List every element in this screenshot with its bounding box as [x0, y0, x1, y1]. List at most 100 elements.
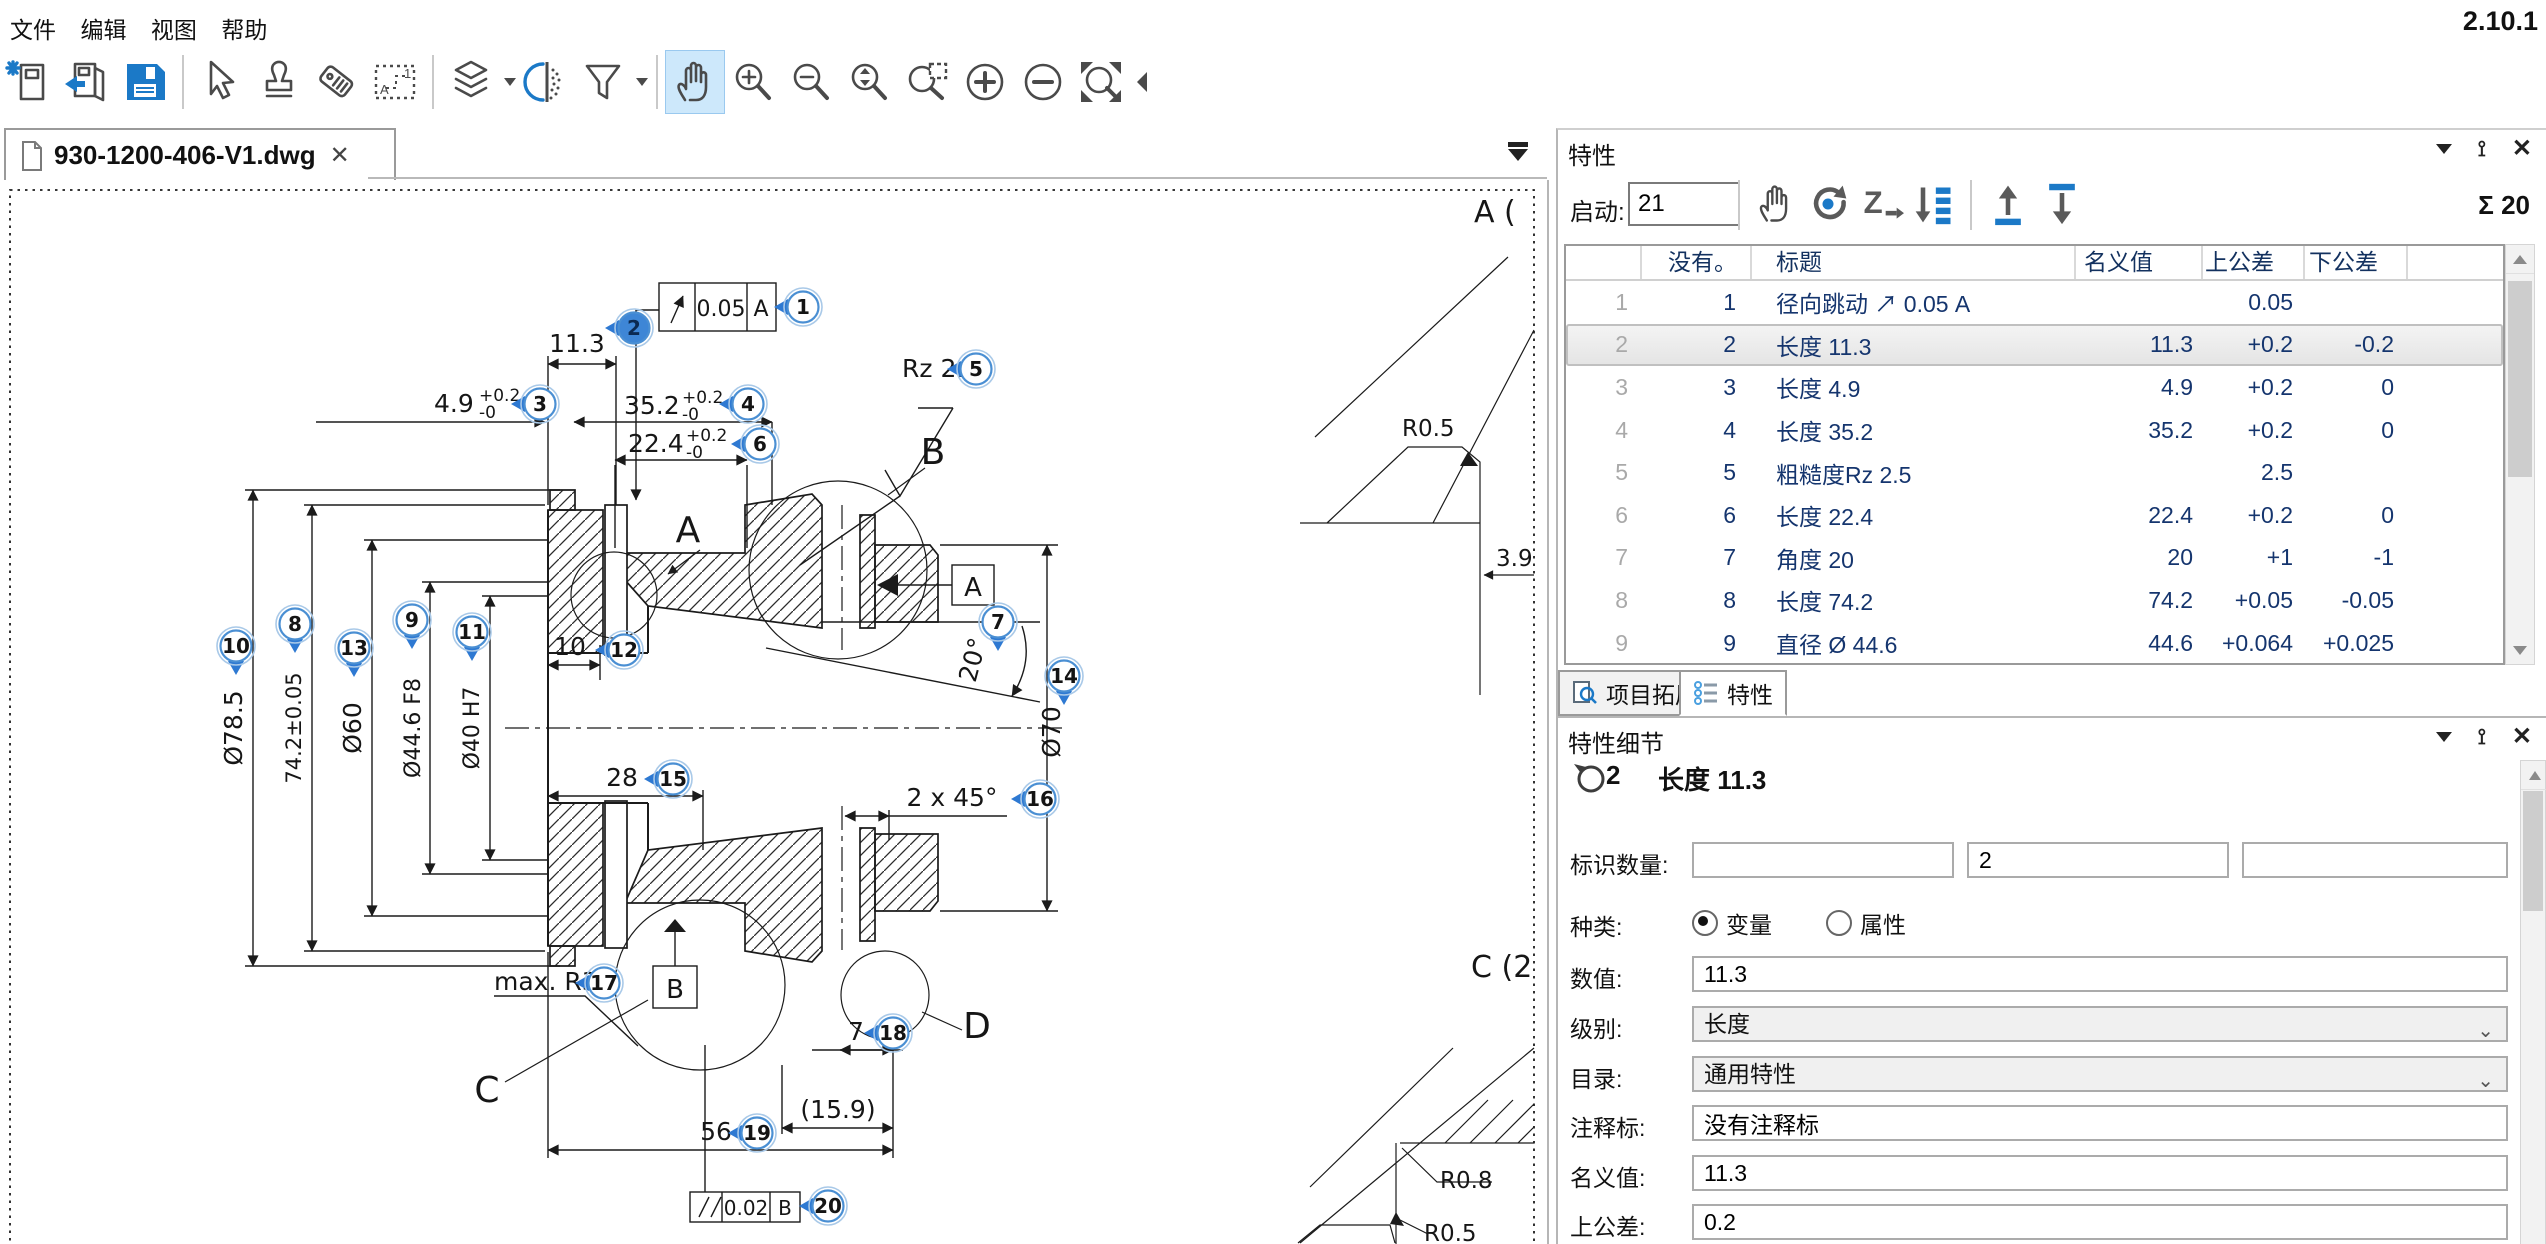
menu-help[interactable]: 帮助 [211, 9, 277, 47]
details-pane-title: 特性细节 [1568, 724, 1664, 759]
balloon-20[interactable]: 20 [799, 1187, 847, 1225]
filter-dropdown-arrow[interactable] [636, 78, 648, 86]
table-row[interactable]: 55粗糙度Rz 2.52.5 [1566, 451, 2503, 494]
pane-close-icon[interactable]: ✕ [2512, 134, 2532, 163]
balloon-15[interactable]: 15 [644, 760, 692, 798]
zoom-window-icon[interactable] [898, 51, 956, 113]
layers-icon[interactable] [442, 51, 500, 113]
balloon-19[interactable]: 19 [728, 1114, 776, 1152]
radio-attribute-label: 属性 [1860, 906, 1906, 940]
zoom-in-icon[interactable] [724, 51, 782, 113]
upper-tol-row: 上公差: [1558, 1202, 2518, 1242]
chevron-down-icon: ⌄ [2477, 1015, 2494, 1048]
decrease-icon[interactable] [1014, 51, 1072, 113]
engineering-drawing[interactable]: 0.05 A 0.02 B A B [0, 180, 1545, 1244]
id-count-input-2[interactable] [1967, 842, 2229, 878]
zoom-dynamic-icon[interactable] [840, 51, 898, 113]
id-count-input-3[interactable] [2242, 842, 2508, 878]
note-row: 注释标: [1558, 1103, 2518, 1143]
balloon-11[interactable]: 11 [453, 613, 491, 661]
pane-menu-arrow-icon[interactable] [2436, 732, 2452, 742]
drawing-canvas[interactable]: 0.05 A 0.02 B A B [0, 180, 1549, 1244]
balloon-2[interactable]: 2 [605, 309, 653, 347]
fcf-runout[interactable]: 0.05 A [659, 283, 776, 331]
fcf-parallelism[interactable]: 0.02 B [690, 1192, 800, 1222]
balloon-4[interactable]: 4 [719, 385, 767, 423]
balloon-1[interactable]: 1 [774, 288, 822, 326]
document-tab[interactable]: 930-1200-406-V1.dwg ✕ [4, 128, 396, 181]
table-row[interactable]: 88长度 74.274.2+0.05-0.05 [1566, 579, 2503, 622]
start-number-input[interactable] [1628, 182, 1740, 226]
balloon-8[interactable]: 8 [276, 605, 314, 653]
pane-pin-icon[interactable]: ⟟ [2478, 724, 2486, 750]
increase-icon[interactable] [956, 51, 1014, 113]
class-select[interactable]: 长度 ⌄ [1692, 1006, 2508, 1042]
tab-close-icon[interactable]: ✕ [330, 141, 350, 170]
region-capture-icon[interactable]: 1 A [366, 51, 424, 113]
menu-view[interactable]: 视图 [141, 9, 207, 47]
renumber-icon[interactable] [1806, 182, 1854, 230]
panel-collapse-icon[interactable] [1500, 140, 1536, 170]
pane-menu-arrow-icon[interactable] [2436, 144, 2452, 154]
balloon-9[interactable]: 9 [393, 601, 431, 649]
pick-hand-icon[interactable] [1754, 182, 1802, 230]
toolbar-collapse-arrow-icon[interactable] [1130, 51, 1156, 113]
zoom-fit-icon[interactable] [1072, 51, 1130, 113]
balloon-16[interactable]: 16 [1011, 780, 1059, 818]
save-icon[interactable] [116, 51, 174, 113]
pane-close-icon[interactable]: ✕ [2512, 722, 2532, 751]
svg-text:A: A [380, 82, 389, 97]
svg-text:4: 4 [741, 392, 755, 416]
layers-dropdown-arrow[interactable] [504, 78, 516, 86]
menu-file[interactable]: 文件 [0, 9, 66, 47]
id-count-input-1[interactable] [1692, 842, 1954, 878]
radio-attribute[interactable]: 属性 [1826, 906, 1906, 940]
pane-pin-icon[interactable]: ⟟ [2478, 136, 2486, 162]
balloon-10[interactable]: 10 [217, 627, 255, 675]
table-row[interactable]: 22长度 11.311.3+0.2-0.2 [1566, 324, 2503, 367]
radio-variable[interactable]: 变量 [1692, 906, 1772, 940]
balloon-18[interactable]: 18 [864, 1014, 912, 1052]
scroll-up-icon[interactable] [2521, 761, 2546, 790]
balloon-13[interactable]: 13 [335, 629, 373, 677]
tag-tool-icon[interactable] [308, 51, 366, 113]
table-row[interactable]: 66长度 22.422.4+0.20 [1566, 494, 2503, 537]
details-scrollbar[interactable] [2520, 760, 2546, 1244]
details-scroll-thumb[interactable] [2523, 791, 2543, 911]
nominal-input[interactable] [1692, 1155, 2508, 1191]
table-row[interactable]: 99直径 Ø 44.644.6+0.064+0.025 [1566, 622, 2503, 665]
dimension-text: 28 [606, 763, 638, 792]
table-row[interactable]: 33长度 4.94.9+0.20 [1566, 366, 2503, 409]
table-row[interactable]: 44长度 35.235.2+0.20 [1566, 409, 2503, 452]
catalog-select[interactable]: 通用特性 ⌄ [1692, 1056, 2508, 1092]
tab-properties[interactable]: 特性 [1679, 670, 1787, 716]
table-scroll-thumb[interactable] [2508, 281, 2532, 477]
open-document-icon[interactable] [58, 51, 116, 113]
dimension-text: 35.2 [624, 391, 680, 420]
scroll-up-icon[interactable] [2506, 245, 2534, 274]
move-bottom-icon[interactable] [2040, 182, 2088, 230]
select-cursor-icon[interactable] [192, 51, 250, 113]
table-row[interactable]: 77角度 2020+1-1 [1566, 537, 2503, 580]
properties-pane-title: 特性 [1568, 136, 1616, 171]
contrast-icon[interactable] [516, 51, 574, 113]
partial-detail-views [1298, 257, 1534, 1244]
balloon-14[interactable]: 14 [1045, 657, 1083, 705]
table-scrollbar[interactable] [2505, 244, 2535, 665]
upper-tol-input[interactable] [1692, 1204, 2508, 1240]
zoom-out-icon[interactable] [782, 51, 840, 113]
reorder-z-icon[interactable]: Z [1860, 182, 1908, 230]
value-input[interactable] [1692, 956, 2508, 992]
filter-icon[interactable] [574, 51, 632, 113]
stamp-tool-icon[interactable] [250, 51, 308, 113]
move-top-icon[interactable] [1986, 182, 2034, 230]
menu-edit[interactable]: 编辑 [70, 9, 136, 47]
new-document-icon[interactable] [0, 51, 58, 113]
total-count-label: Σ 20 [2478, 190, 2530, 221]
table-row[interactable]: 11径向跳动 ↗ 0.05 A0.05 [1566, 281, 2503, 324]
scroll-down-icon[interactable] [2506, 636, 2534, 664]
sort-list-icon[interactable] [1912, 182, 1960, 230]
pan-hand-icon[interactable] [666, 51, 724, 113]
dimension-text: Ø40 H7 [460, 687, 485, 770]
note-input[interactable] [1692, 1105, 2508, 1141]
